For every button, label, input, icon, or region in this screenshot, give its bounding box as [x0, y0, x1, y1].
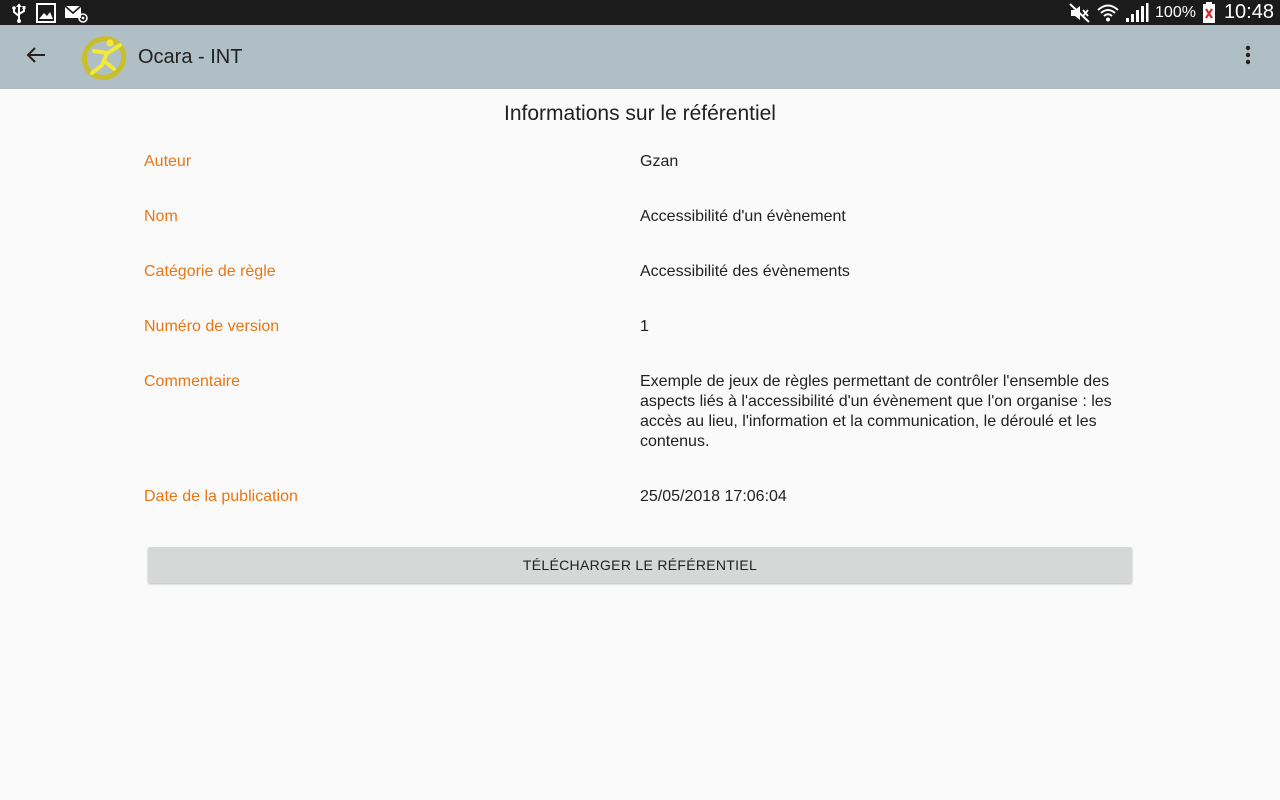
- info-label-publication-date: Date de la publication: [144, 488, 298, 505]
- battery-percentage: 100%: [1155, 3, 1196, 21]
- info-value-author: Gzan: [640, 153, 679, 170]
- info-value-publication-date: 25/05/2018 17:06:04: [640, 488, 787, 505]
- info-row-version: Numéro de version 1: [144, 317, 1136, 372]
- email-notification-icon: [64, 2, 88, 23]
- page-title: Informations sur le référentiel: [504, 102, 776, 125]
- info-label-category: Catégorie de règle: [144, 263, 276, 280]
- info-value-category: Accessibilité des évènements: [640, 263, 850, 280]
- download-referential-button[interactable]: TÉLÉCHARGER LE RÉFÉRENTIEL: [148, 547, 1132, 583]
- app-title: Ocara - INT: [138, 46, 243, 68]
- arrow-back-icon: [26, 45, 46, 70]
- info-row-comment: Commentaire Exemple de jeux de règles pe…: [144, 372, 1136, 487]
- ocara-logo: [80, 33, 128, 81]
- info-row-category: Catégorie de règle Accessibilité des évè…: [144, 262, 1136, 317]
- info-value-version: 1: [640, 318, 649, 335]
- info-label-author: Auteur: [144, 153, 192, 170]
- info-row-publication-date: Date de la publication 25/05/2018 17:06:…: [144, 487, 1136, 542]
- signal-icon: [1125, 2, 1149, 23]
- back-button[interactable]: [16, 37, 56, 77]
- overflow-menu-button[interactable]: [1230, 39, 1266, 75]
- info-row-name: Nom Accessibilité d'un évènement: [144, 207, 1136, 262]
- info-value-name: Accessibilité d'un évènement: [640, 208, 846, 225]
- battery-icon: [1202, 1, 1216, 23]
- status-bar-notifications: [10, 2, 88, 23]
- info-value-comment: Exemple de jeux de règles permettant de …: [640, 373, 1112, 450]
- usb-icon: [10, 2, 28, 23]
- app-bar: Ocara - INT: [0, 25, 1280, 89]
- more-vert-icon: [1245, 45, 1251, 70]
- wifi-icon: [1097, 2, 1119, 23]
- info-list: Auteur Gzan Nom Accessibilité d'un évène…: [144, 152, 1136, 542]
- info-row-author: Auteur Gzan: [144, 152, 1136, 207]
- mute-icon: [1069, 2, 1091, 23]
- info-label-comment: Commentaire: [144, 373, 241, 390]
- image-icon: [36, 2, 56, 23]
- clock: 10:48: [1223, 1, 1274, 23]
- info-label-version: Numéro de version: [144, 318, 280, 335]
- status-bar: 100% 10:48: [0, 0, 1280, 25]
- status-bar-system: 100% 10:48: [1069, 0, 1274, 25]
- info-label-name: Nom: [144, 208, 178, 225]
